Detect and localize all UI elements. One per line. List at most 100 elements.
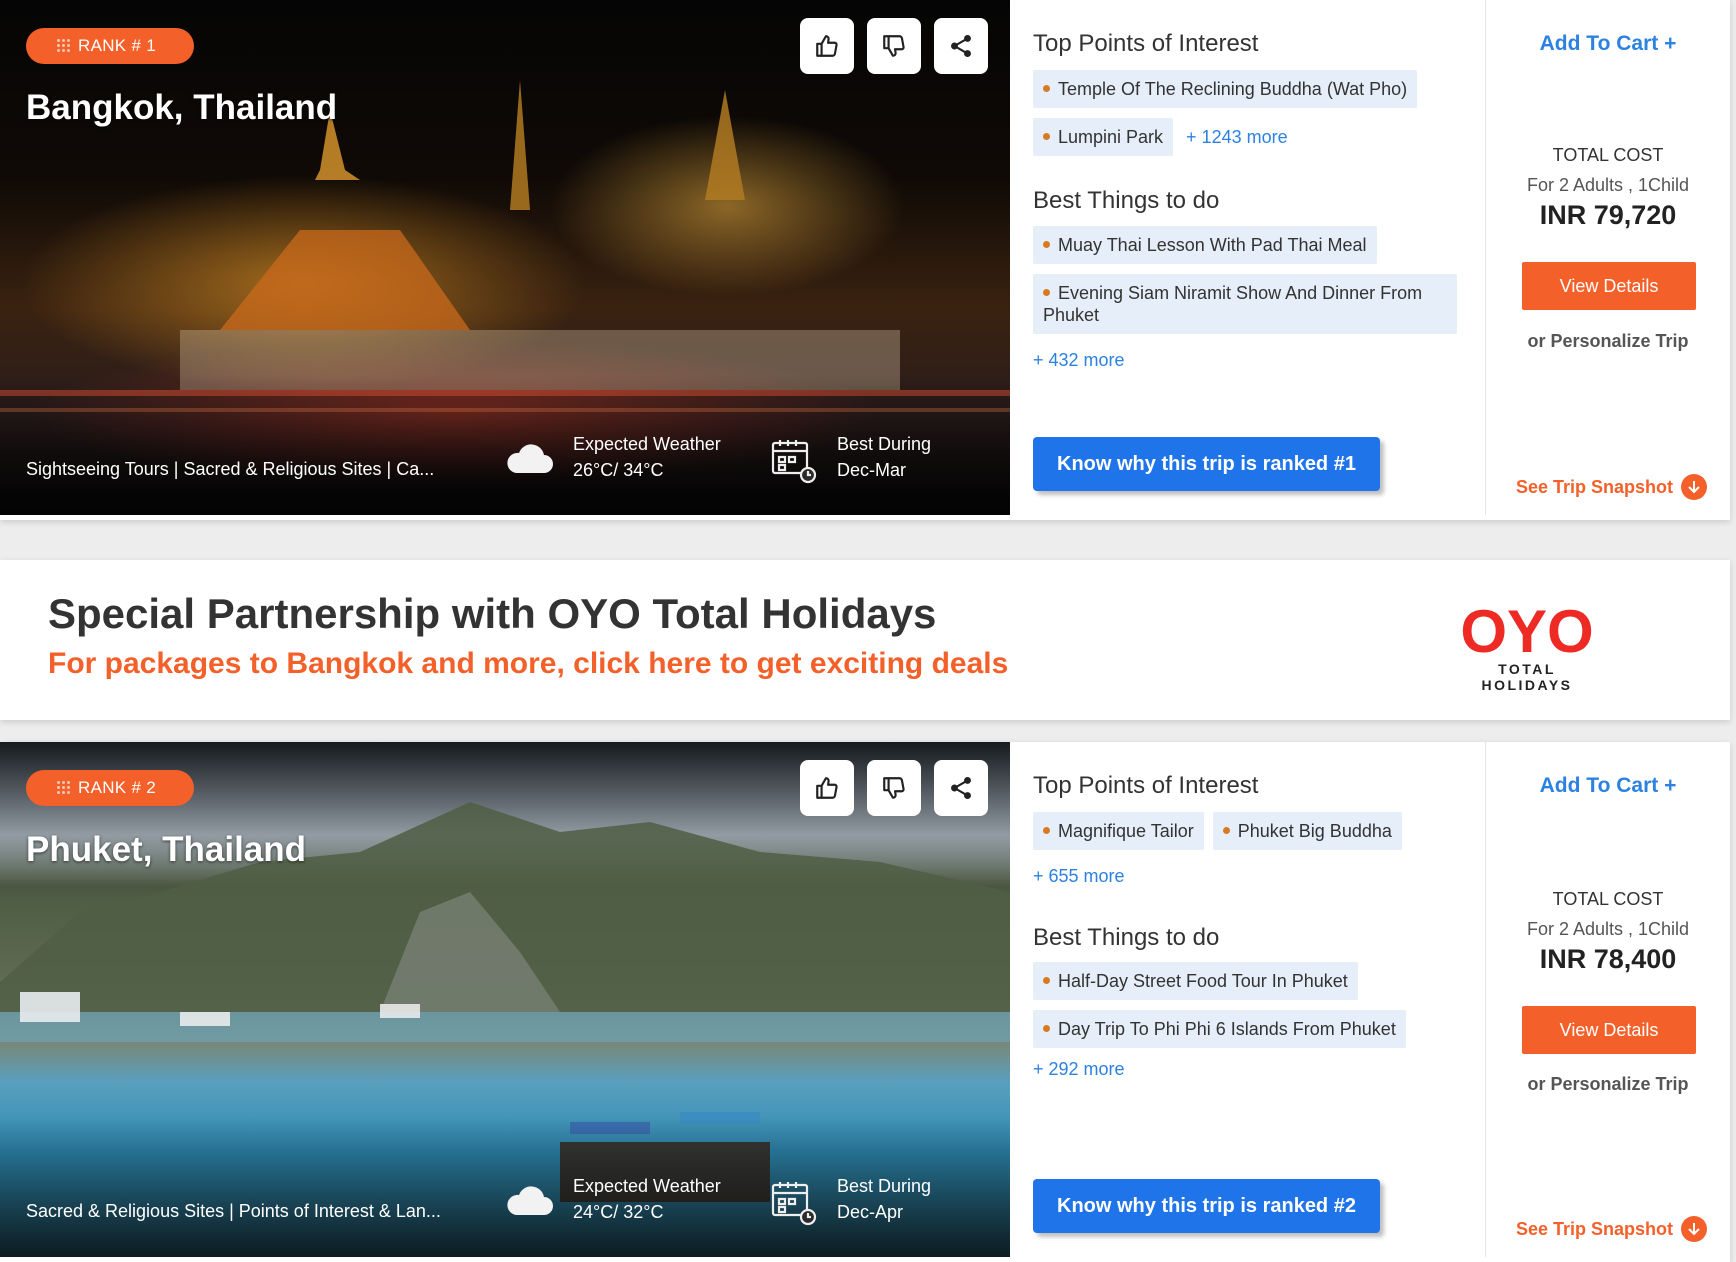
see-trip-snapshot-link[interactable]: See Trip Snapshot (1516, 474, 1708, 500)
weather-label: Expected Weather (573, 434, 721, 454)
trip-card-2: RANK # 2 Phuket, Thailand Sacred & Relig… (0, 742, 1730, 1262)
arrow-down-circle-icon (1681, 1216, 1708, 1242)
svg-text:OYO: OYO (1460, 600, 1593, 662)
poi-chip-label: Lumpini Park (1058, 127, 1164, 147)
expected-weather: Expected Weather 26°C/ 34°C (573, 431, 721, 483)
weather-label: Expected Weather (573, 1176, 721, 1196)
season-value: Dec-Apr (837, 1202, 904, 1222)
poi-list: Temple Of The Reclining Buddha (Wat Pho)… (1033, 70, 1473, 156)
best-season: Best During Dec-Mar (837, 431, 931, 483)
trip-price: INR 79,720 (1539, 200, 1677, 230)
bullet-dot-icon (1043, 288, 1050, 296)
bullet-dot-icon (1043, 1024, 1050, 1032)
poi-more-link[interactable]: + 1243 more (1182, 119, 1292, 156)
thumbs-down-icon (883, 777, 905, 799)
todo-chip[interactable]: Day Trip To Phi Phi 6 Islands From Phuke… (1033, 1010, 1406, 1048)
poi-chip[interactable]: Phuket Big Buddha (1212, 812, 1402, 850)
arrow-down-circle-icon (1681, 474, 1708, 500)
share-icon (951, 34, 971, 58)
personalize-trip-link[interactable]: or Personalize Trip (1486, 1074, 1730, 1095)
calendar-icon (771, 440, 817, 484)
poi-chip-label: Magnifique Tailor (1058, 821, 1194, 841)
poi-chip[interactable]: Magnifique Tailor (1033, 812, 1204, 850)
todo-chip[interactable]: Half-Day Street Food Tour In Phuket (1033, 962, 1358, 1000)
todo-chip-label: Muay Thai Lesson With Pad Thai Meal (1058, 235, 1367, 255)
todo-list: Half-Day Street Food Tour In Phuket Day … (1033, 962, 1473, 1048)
trip-price: INR 78,400 (1539, 944, 1677, 974)
like-button[interactable] (800, 18, 854, 74)
bullet-dot-icon (1043, 826, 1050, 834)
thumbs-up-icon (816, 35, 838, 57)
category-tags: Sacred & Religious Sites | Points of Int… (26, 1201, 441, 1221)
add-to-cart-link[interactable]: Add To Cart + (1486, 32, 1730, 56)
banner-title: Special Partnership with OYO Total Holid… (48, 590, 937, 637)
todo-chip[interactable]: Muay Thai Lesson With Pad Thai Meal (1033, 226, 1377, 264)
poi-chip-label: Temple Of The Reclining Buddha (Wat Pho) (1058, 79, 1408, 99)
best-season: Best During Dec-Apr (837, 1173, 931, 1225)
share-button[interactable] (934, 18, 988, 74)
pricing-panel: Add To Cart + TOTAL COST For 2 Adults , … (1486, 742, 1730, 1257)
know-why-ranked-button[interactable]: Know why this trip is ranked #2 (1033, 1179, 1380, 1233)
pricing-panel: Add To Cart + TOTAL COST For 2 Adults , … (1486, 0, 1730, 515)
bullet-dot-icon (1043, 976, 1050, 984)
view-details-button[interactable]: View Details (1522, 1006, 1696, 1054)
grip-dots-icon (57, 781, 71, 795)
view-details-button[interactable]: View Details (1522, 262, 1696, 310)
dislike-button[interactable] (867, 18, 921, 74)
personalize-trip-link[interactable]: or Personalize Trip (1486, 331, 1730, 352)
cloud-icon (507, 444, 553, 473)
cloud-icon (507, 1186, 553, 1215)
destination-hero-image[interactable]: RANK # 1 Bangkok, Thailand Sightseeing T… (0, 0, 1010, 515)
page: RANK # 1 Bangkok, Thailand Sightseeing T… (0, 0, 1736, 1262)
rank-label: RANK # 2 (78, 778, 156, 797)
dislike-button[interactable] (867, 760, 921, 816)
thumbs-up-icon (816, 777, 838, 799)
thumbs-down-icon (883, 35, 905, 57)
banner-cta[interactable]: For packages to Bangkok and more, click … (48, 647, 1008, 681)
oyo-logo-subtext: TOTAL HOLIDAYS (1481, 661, 1573, 693)
bullet-dot-icon (1222, 826, 1230, 834)
todo-chip[interactable]: Evening Siam Niramit Show And Dinner Fro… (1033, 274, 1457, 334)
see-trip-snapshot-link[interactable]: See Trip Snapshot (1516, 1216, 1708, 1242)
bullet-dot-icon (1043, 240, 1050, 248)
poi-chip[interactable]: Lumpini Park (1033, 118, 1174, 156)
travellers-info: For 2 Adults , 1Child (1526, 919, 1690, 939)
destination-title: Phuket, Thailand (26, 830, 307, 869)
trip-card-1: RANK # 1 Bangkok, Thailand Sightseeing T… (0, 0, 1730, 520)
season-label: Best During (837, 1176, 932, 1196)
like-button[interactable] (800, 760, 854, 816)
bullet-dot-icon (1043, 84, 1050, 92)
travellers-info: For 2 Adults , 1Child (1526, 175, 1690, 195)
poi-chip-label: Phuket Big Buddha (1237, 821, 1392, 841)
todo-list: Muay Thai Lesson With Pad Thai Meal Even… (1033, 226, 1473, 334)
share-button[interactable] (934, 760, 988, 816)
poi-more-link[interactable]: + 655 more (1033, 866, 1125, 887)
grip-dots-icon (57, 39, 71, 53)
todo-more-link[interactable]: + 292 more (1033, 1059, 1125, 1080)
know-why-ranked-button[interactable]: Know why this trip is ranked #1 (1033, 437, 1380, 491)
poi-title: Top Points of Interest (1033, 30, 1259, 57)
weather-value: 26°C/ 34°C (573, 460, 664, 480)
poi-chip[interactable]: Temple Of The Reclining Buddha (Wat Pho) (1033, 70, 1418, 108)
rank-label: RANK # 1 (78, 36, 156, 55)
todo-chip-label: Half-Day Street Food Tour In Phuket (1058, 971, 1348, 991)
trip-details: Top Points of Interest Magnifique Tailor… (1010, 742, 1486, 1257)
share-icon (951, 776, 971, 800)
rank-badge: RANK # 1 (26, 28, 194, 64)
season-value: Dec-Mar (837, 460, 907, 480)
add-to-cart-link[interactable]: Add To Cart + (1486, 774, 1730, 798)
oyo-partnership-banner[interactable]: Special Partnership with OYO Total Holid… (0, 560, 1730, 720)
total-cost-label: TOTAL COST (1552, 889, 1664, 909)
todo-more-link[interactable]: + 432 more (1033, 350, 1125, 371)
expected-weather: Expected Weather 24°C/ 32°C (573, 1173, 721, 1225)
poi-title: Top Points of Interest (1033, 772, 1259, 799)
todo-chip-label: Evening Siam Niramit Show And Dinner Fro… (1043, 283, 1423, 325)
weather-value: 24°C/ 32°C (573, 1202, 664, 1222)
rank-badge: RANK # 2 (26, 770, 194, 806)
season-label: Best During (837, 434, 932, 454)
snapshot-label: See Trip Snapshot (1516, 1218, 1674, 1239)
category-tags: Sightseeing Tours | Sacred & Religious S… (26, 459, 435, 479)
destination-title: Bangkok, Thailand (26, 88, 338, 127)
calendar-icon (771, 1182, 817, 1226)
destination-hero-image[interactable]: RANK # 2 Phuket, Thailand Sacred & Relig… (0, 742, 1010, 1257)
